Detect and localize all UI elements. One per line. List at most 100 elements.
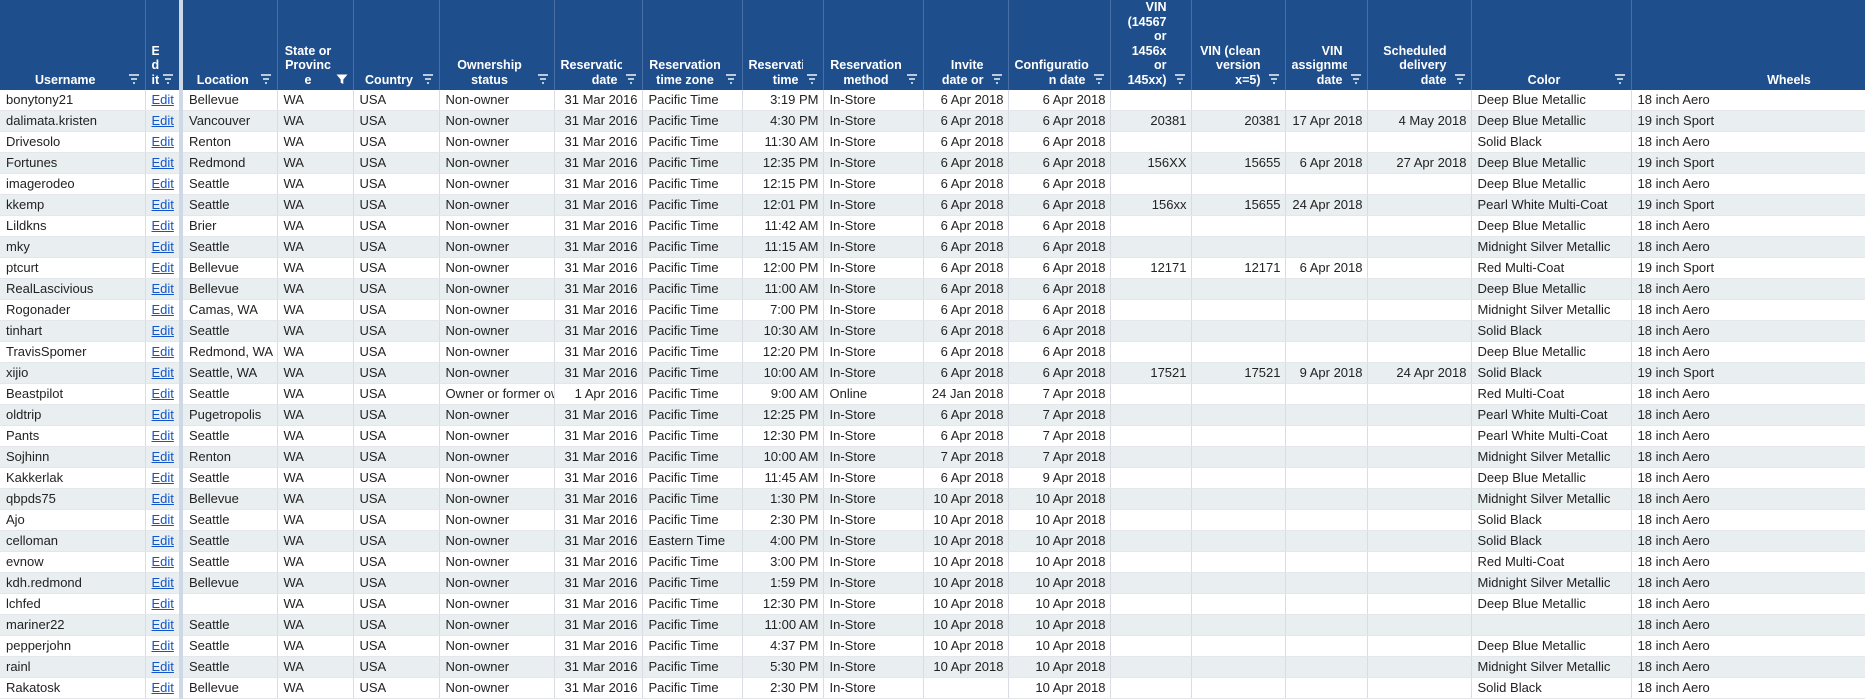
cell-username: Ajo: [0, 510, 145, 531]
cell-reservation-method: In-Store: [823, 279, 923, 300]
cell-wheels: 18 inch Aero: [1631, 489, 1865, 510]
edit-link[interactable]: Edit: [152, 407, 174, 422]
column-header-username[interactable]: Username: [0, 0, 145, 90]
edit-link[interactable]: Edit: [152, 512, 174, 527]
edit-link[interactable]: Edit: [152, 386, 174, 401]
column-header-wheels[interactable]: Wheels: [1631, 0, 1865, 90]
filter-icon[interactable]: [1349, 72, 1363, 86]
column-header-color[interactable]: Color: [1471, 0, 1631, 90]
cell-invite-date-or: 6 Apr 2018: [923, 195, 1008, 216]
filter-icon[interactable]: [724, 72, 738, 86]
filter-icon[interactable]: [805, 72, 819, 86]
column-header-reservation-time-zone[interactable]: Reservation time zone: [642, 0, 742, 90]
cell-ownership-status: Non-owner: [439, 132, 554, 153]
edit-link[interactable]: Edit: [152, 197, 174, 212]
edit-link[interactable]: Edit: [152, 176, 174, 191]
cell-reservation-method: In-Store: [823, 258, 923, 279]
cell-reservation-time-zone: Pacific Time: [642, 153, 742, 174]
filter-icon[interactable]: [905, 72, 919, 86]
cell-country: USA: [353, 300, 439, 321]
edit-link[interactable]: Edit: [152, 92, 174, 107]
column-header-reservation-time[interactable]: Reservation time: [742, 0, 823, 90]
edit-link[interactable]: Edit: [152, 155, 174, 170]
edit-link[interactable]: Edit: [152, 302, 174, 317]
filter-icon[interactable]: [1267, 72, 1281, 86]
cell-vin-clean-version-x-5: [1191, 552, 1285, 573]
column-header-country[interactable]: Country: [353, 0, 439, 90]
column-header-configuratio-n-date[interactable]: Configuratio n date: [1008, 0, 1110, 90]
filter-icon[interactable]: [1173, 72, 1187, 86]
cell-reservation-method: In-Store: [823, 489, 923, 510]
column-header-vin-14567-or-1456x-or-145xx[interactable]: VIN (14567 or 1456x or 145xx): [1110, 0, 1191, 90]
column-header-vin-assignment-date[interactable]: VIN assignment date: [1285, 0, 1367, 90]
edit-link[interactable]: Edit: [152, 134, 174, 149]
filter-icon[interactable]: [127, 72, 141, 86]
edit-link[interactable]: Edit: [152, 596, 174, 611]
filter-icon[interactable]: [990, 72, 1004, 86]
edit-link[interactable]: Edit: [152, 449, 174, 464]
column-header-scheduled-delivery-date[interactable]: Scheduled delivery date: [1367, 0, 1471, 90]
table-row: tinhartEditSeattleWAUSANon-owner31 Mar 2…: [0, 321, 1865, 342]
edit-link[interactable]: Edit: [152, 239, 174, 254]
edit-link[interactable]: Edit: [152, 344, 174, 359]
edit-link[interactable]: Edit: [152, 659, 174, 674]
cell-ownership-status: Non-owner: [439, 279, 554, 300]
cell-vin-assignment-date: [1285, 615, 1367, 636]
cell-state-or-provinc-e: WA: [277, 132, 353, 153]
cell-vin-clean-version-x-5: [1191, 132, 1285, 153]
edit-link[interactable]: Edit: [152, 533, 174, 548]
filter-icon[interactable]: [259, 72, 273, 86]
cell-vin-14567-or-1456x-or-145xx: [1110, 174, 1191, 195]
edit-link[interactable]: Edit: [152, 113, 174, 128]
funnel-filter-icon[interactable]: [335, 72, 349, 86]
edit-link[interactable]: Edit: [152, 281, 174, 296]
edit-link[interactable]: Edit: [152, 554, 174, 569]
edit-link[interactable]: Edit: [152, 260, 174, 275]
edit-link[interactable]: Edit: [152, 638, 174, 653]
cell-reservation-time-zone: Pacific Time: [642, 216, 742, 237]
column-header-ownership-status[interactable]: Ownership status: [439, 0, 554, 90]
cell-vin-assignment-date: [1285, 552, 1367, 573]
edit-link[interactable]: Edit: [152, 491, 174, 506]
edit-link[interactable]: Edit: [152, 617, 174, 632]
filter-icon[interactable]: [624, 72, 638, 86]
cell-reservation-date: 31 Mar 2016: [554, 300, 642, 321]
filter-icon[interactable]: [536, 72, 550, 86]
cell-reservation-date: 31 Mar 2016: [554, 594, 642, 615]
column-header-reservation-method[interactable]: Reservation method: [823, 0, 923, 90]
filter-icon[interactable]: [1613, 72, 1627, 86]
column-header-invite-date-or[interactable]: Invite date or: [923, 0, 1008, 90]
cell-invite-date-or: 7 Apr 2018: [923, 447, 1008, 468]
cell-ownership-status: Non-owner: [439, 678, 554, 699]
cell-username: ptcurt: [0, 258, 145, 279]
edit-link[interactable]: Edit: [152, 680, 174, 695]
cell-wheels: 19 inch Sport: [1631, 111, 1865, 132]
column-header-e-d-it[interactable]: E d it: [145, 0, 181, 90]
cell-vin-assignment-date: 6 Apr 2018: [1285, 153, 1367, 174]
cell-wheels: 18 inch Aero: [1631, 636, 1865, 657]
edit-link[interactable]: Edit: [152, 470, 174, 485]
column-header-location[interactable]: Location: [181, 0, 277, 90]
filter-icon[interactable]: [1453, 72, 1467, 86]
cell-location: Seattle: [181, 657, 277, 678]
column-header-vin-clean-version-x-5[interactable]: VIN (clean version x=5): [1191, 0, 1285, 90]
table-row: kdh.redmondEditBellevueWAUSANon-owner31 …: [0, 573, 1865, 594]
cell-reservation-time: 3:19 PM: [742, 90, 823, 111]
table-row: AjoEditSeattleWAUSANon-owner31 Mar 2016P…: [0, 510, 1865, 531]
column-header-reservation-date[interactable]: Reservation date: [554, 0, 642, 90]
edit-link[interactable]: Edit: [152, 323, 174, 338]
filter-icon[interactable]: [161, 72, 175, 86]
cell-reservation-date: 31 Mar 2016: [554, 279, 642, 300]
filter-icon[interactable]: [1092, 72, 1106, 86]
column-header-label: Wheels: [1638, 73, 1865, 88]
edit-link[interactable]: Edit: [152, 218, 174, 233]
column-header-state-or-provinc-e[interactable]: State or Provinc e: [277, 0, 353, 90]
cell-vin-clean-version-x-5: 15655: [1191, 153, 1285, 174]
edit-link[interactable]: Edit: [152, 428, 174, 443]
edit-link[interactable]: Edit: [152, 365, 174, 380]
edit-link[interactable]: Edit: [152, 575, 174, 590]
filter-icon[interactable]: [421, 72, 435, 86]
cell-reservation-time-zone: Pacific Time: [642, 363, 742, 384]
cell-reservation-time-zone: Pacific Time: [642, 426, 742, 447]
cell-invite-date-or: 6 Apr 2018: [923, 153, 1008, 174]
